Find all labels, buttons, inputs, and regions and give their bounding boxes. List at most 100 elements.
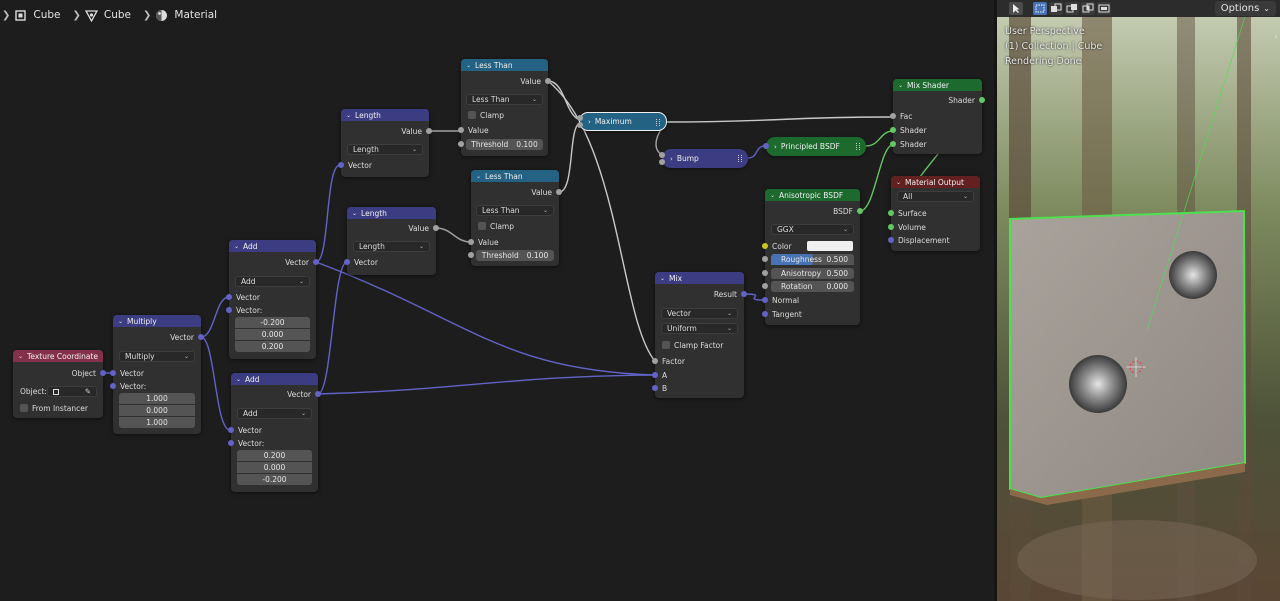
expand-chevron-icon[interactable]: › (588, 118, 591, 126)
node-mix[interactable]: ⌄ Mix Result Vector ⌄ Uniform ⌄ Clamp Facto… (652, 272, 747, 398)
operation-dropdown[interactable]: Add ⌄ (237, 408, 312, 419)
3d-viewport[interactable]: Options ⌄ User Perspective (1) Collection… (997, 0, 1280, 601)
input-socket[interactable] (226, 294, 232, 300)
anisotropy-field[interactable]: Anisotropy 0.500 (762, 268, 854, 279)
input-socket[interactable] (110, 383, 116, 389)
input-socket[interactable] (344, 259, 350, 265)
collapse-chevron-icon[interactable]: ⌄ (898, 82, 903, 89)
select-box-mode-button[interactable] (1033, 2, 1047, 15)
node-less-than-1[interactable]: ⌄ Less Than Value Less Than ⌄ Clamp Value … (458, 59, 551, 156)
vector-x-field[interactable]: 0.200 (237, 450, 312, 461)
node-add-1[interactable]: ⌄ Add Vector Add ⌄ Vector Vector: -0.200 0… (226, 240, 319, 359)
output-socket[interactable] (313, 259, 319, 265)
vector-y-field[interactable]: 0.000 (119, 405, 195, 416)
operation-dropdown[interactable]: Less Than ⌄ (476, 205, 554, 216)
input-socket[interactable] (762, 256, 768, 262)
node-texture-coordinate[interactable]: ⌄ Texture Coordinate Object Object: ✎ Fro… (13, 350, 106, 418)
node-add-2[interactable]: ⌄ Add Vector Add ⌄ Vector Vector: 0.200 0.… (228, 373, 321, 492)
input-socket[interactable] (652, 372, 658, 378)
node-maximum[interactable]: › Maximum (577, 112, 667, 131)
select-subtract-mode-button[interactable] (1065, 2, 1079, 15)
input-socket[interactable] (659, 152, 665, 158)
input-socket[interactable] (458, 141, 464, 147)
output-socket[interactable] (979, 97, 985, 103)
collapse-chevron-icon[interactable]: ⌄ (236, 376, 241, 383)
node-header[interactable]: ⌄ Multiply (113, 315, 201, 327)
vector-z-field[interactable]: 0.200 (235, 341, 310, 352)
factor-mode-dropdown[interactable]: Uniform ⌄ (661, 323, 738, 334)
node-principled-bsdf[interactable]: › Principled BSDF (763, 137, 866, 156)
collapse-chevron-icon[interactable]: ⌄ (466, 62, 471, 69)
operation-dropdown[interactable]: Less Than ⌄ (466, 94, 543, 105)
node-bump[interactable]: › Bump (659, 149, 748, 168)
collapse-chevron-icon[interactable]: ⌄ (770, 192, 775, 199)
output-socket[interactable] (100, 370, 106, 376)
node-anisotropic-bsdf[interactable]: ⌄ Anisotropic BSDF BSDF GGX ⌄ Color Roughn… (762, 189, 863, 325)
input-socket[interactable] (762, 311, 768, 317)
vector-y-field[interactable]: 0.000 (235, 329, 310, 340)
roughness-slider[interactable]: Roughness 0.500 (762, 254, 854, 265)
input-socket[interactable] (468, 239, 474, 245)
output-socket[interactable] (545, 78, 551, 84)
node-mix-shader[interactable]: ⌄ Mix Shader Shader Fac Shader Shader (890, 79, 985, 154)
input-socket[interactable] (652, 385, 658, 391)
input-socket[interactable] (762, 270, 768, 276)
clamp-factor-row[interactable]: Clamp Factor (655, 339, 744, 351)
node-header[interactable]: ⌄ Less Than (471, 170, 559, 182)
node-header[interactable]: ⌄ Add (229, 240, 316, 252)
node-header[interactable]: ⌄ Material Output (891, 176, 980, 188)
input-socket[interactable] (458, 127, 464, 133)
input-socket[interactable] (762, 297, 768, 303)
select-tool-button[interactable] (1009, 2, 1023, 15)
from-instancer-checkbox[interactable] (20, 404, 28, 412)
color-swatch[interactable] (807, 241, 853, 251)
from-instancer-row[interactable]: From Instancer (13, 402, 103, 414)
rotation-field[interactable]: Rotation 0.000 (762, 281, 854, 292)
breadcrumb-material[interactable]: Material (155, 9, 217, 22)
vector-y-field[interactable]: 0.000 (237, 462, 312, 473)
collapse-chevron-icon[interactable]: ⌄ (118, 318, 123, 325)
collapse-chevron-icon[interactable]: ⌄ (476, 173, 481, 180)
input-socket[interactable] (762, 283, 768, 289)
output-socket[interactable] (857, 208, 863, 214)
node-header[interactable]: ⌄ Add (231, 373, 318, 385)
vector-z-field[interactable]: -0.200 (237, 474, 312, 485)
input-socket[interactable] (888, 210, 894, 216)
node-length-2[interactable]: ⌄ Length Value Length ⌄ Vector (344, 207, 439, 275)
node-multiply[interactable]: ⌄ Multiply Vector Multiply ⌄ Vector Vector… (110, 315, 204, 434)
input-socket[interactable] (890, 113, 896, 119)
output-socket[interactable] (556, 189, 562, 195)
input-socket[interactable] (652, 358, 658, 364)
breadcrumb-mesh[interactable]: Cube (84, 9, 131, 22)
clamp-row[interactable]: Clamp (471, 220, 559, 232)
vector-z-field[interactable]: 1.000 (119, 417, 195, 428)
node-header[interactable]: ⌄ Length (347, 207, 436, 219)
node-length-1[interactable]: ⌄ Length Value Length ⌄ Vector (338, 109, 432, 177)
eyedropper-icon[interactable]: ✎ (85, 387, 91, 396)
viewport-side-arrow-icon[interactable]: ‹ (1274, 32, 1278, 42)
output-socket[interactable] (741, 291, 747, 297)
clamp-checkbox[interactable] (478, 222, 486, 230)
object-picker[interactable]: ✎ (47, 386, 97, 397)
input-socket[interactable] (888, 224, 894, 230)
node-material-output[interactable]: ⌄ Material Output All ⌄ Surface Volume Dis… (888, 176, 980, 251)
node-header[interactable]: ⌄ Anisotropic BSDF (765, 189, 860, 201)
input-socket[interactable] (659, 159, 665, 165)
collapse-chevron-icon[interactable]: ⌄ (18, 353, 23, 360)
clamp-row[interactable]: Clamp (461, 109, 548, 121)
operation-dropdown[interactable]: Length ⌄ (347, 144, 423, 155)
node-editor[interactable]: ❯ Cube ❯ Cube ❯ Material ⌄ Texture Coordi… (0, 0, 994, 601)
select-intersect-mode-button[interactable] (1081, 2, 1095, 15)
node-header[interactable]: ⌄ Mix (655, 272, 744, 284)
node-header[interactable]: ⌄ Length (341, 109, 429, 121)
node-header[interactable]: ⌄ Less Than (461, 59, 548, 71)
vector-x-field[interactable]: -0.200 (235, 317, 310, 328)
input-socket[interactable] (468, 252, 474, 258)
threshold-field[interactable]: Threshold 0.100 (468, 250, 554, 261)
node-header[interactable]: ⌄ Mix Shader (893, 79, 982, 91)
input-socket[interactable] (890, 141, 896, 147)
collapse-chevron-icon[interactable]: ⌄ (660, 275, 665, 282)
output-socket[interactable] (433, 225, 439, 231)
clamp-factor-checkbox[interactable] (662, 341, 670, 349)
operation-dropdown[interactable]: Length ⌄ (353, 241, 430, 252)
